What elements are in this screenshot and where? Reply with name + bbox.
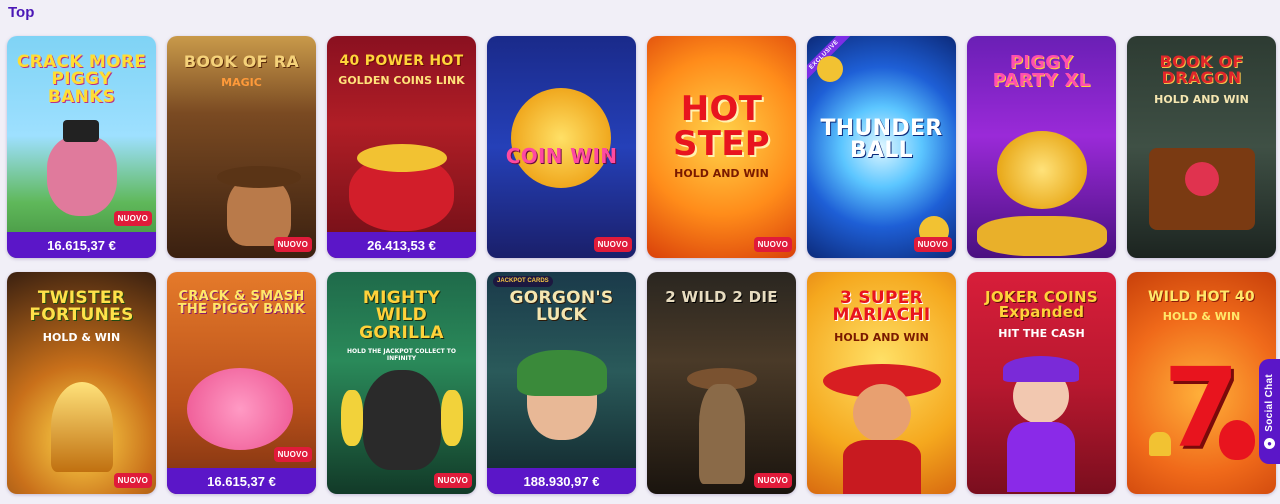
new-badge: NUOVO <box>273 447 312 462</box>
new-badge: NUOVO <box>913 237 952 252</box>
game-tile-hot-step[interactable]: HOT STEP HOLD AND WIN NUOVO <box>647 36 796 258</box>
jackpot-amount: 16.615,37 € <box>7 232 156 258</box>
game-tile-wild-hot-40[interactable]: WILD HOT 40 HOLD & WIN 7 <box>1127 272 1276 494</box>
top-hat-icon <box>63 120 99 142</box>
game-subtitle: HOLD AND WIN <box>674 167 769 181</box>
gold-coins-icon <box>977 216 1107 256</box>
game-title: THUNDER BALL <box>820 116 943 164</box>
new-badge: NUOVO <box>593 237 632 252</box>
gold-coin-icon <box>511 88 611 188</box>
game-title: COIN WIN <box>505 144 618 168</box>
jester-suit-icon <box>1007 422 1075 492</box>
new-badge: NUOVO <box>753 473 792 488</box>
game-title: 3 SUPER MARIACHI <box>832 288 931 326</box>
game-title: MIGHTY WILD GORILLA <box>359 288 444 343</box>
game-tile-piggy-party-xl[interactable]: PIGGY PARTY XL <box>967 36 1116 258</box>
new-badge: NUOVO <box>433 473 472 488</box>
game-title: JOKER COINS Expanded <box>985 288 1098 322</box>
game-subtitle: HOLD THE JACKPOT COLLECT TO INFINITY <box>347 347 456 362</box>
game-subtitle: HOLD & WIN <box>42 330 121 344</box>
game-tile-coin-win[interactable]: COIN WIN NUOVO <box>487 36 636 258</box>
game-tile-3-super-mariachi[interactable]: 3 SUPER MARIACHI HOLD AND WIN <box>807 272 956 494</box>
strawberry-icon <box>1219 420 1255 460</box>
game-subtitle: HIT THE CASH <box>998 326 1085 340</box>
section-title: Top <box>8 4 35 21</box>
snake-hair-icon <box>517 350 607 396</box>
game-tile-thunder-ball[interactable]: EXCLUSIVE THUNDER BALL NUOVO <box>807 36 956 258</box>
game-title: 40 POWER HOT <box>339 53 464 69</box>
game-title: PIGGY PARTY XL <box>992 52 1091 92</box>
banana-icon <box>441 390 463 446</box>
gold-coin-icon <box>817 56 843 82</box>
game-subtitle: GOLDEN COINS LINK <box>338 74 465 88</box>
game-title: GORGON'S LUCK <box>509 288 614 326</box>
new-badge: NUOVO <box>113 211 152 226</box>
game-tile-gorgons-luck[interactable]: JACKPOT CARDS GORGON'S LUCK 188.930,97 € <box>487 272 636 494</box>
game-subtitle: HOLD AND WIN <box>1154 92 1249 106</box>
social-chat-label: Social Chat <box>1264 374 1275 432</box>
golden-piggy-bank-icon <box>997 131 1087 209</box>
pig-character-icon <box>47 136 117 216</box>
cowgirl-character-icon <box>699 384 745 484</box>
game-title: 2 WILD 2 DIE <box>665 288 778 306</box>
game-tile-2-wild-2-die[interactable]: 2 WILD 2 DIE NUOVO <box>647 272 796 494</box>
game-subtitle: HOLD & WIN <box>1162 310 1241 324</box>
jackpot-amount: 16.615,37 € <box>167 468 316 494</box>
game-tile-crack-and-smash[interactable]: CRACK & SMASH THE PIGGY BANK NUOVO 16.61… <box>167 272 316 494</box>
game-title: CRACK & SMASH THE PIGGY BANK <box>177 289 306 318</box>
gorilla-icon <box>363 370 441 470</box>
game-tile-twister-fortunes[interactable]: TWISTER FORTUNES HOLD & WIN NUOVO <box>7 272 156 494</box>
gem-icon <box>1185 162 1219 196</box>
game-tile-joker-coins-expanded[interactable]: JOKER COINS Expanded HIT THE CASH <box>967 272 1116 494</box>
games-grid: CRACK MORE PIGGY BANKS NUOVO 16.615,37 €… <box>7 36 1276 494</box>
game-title: TWISTER FORTUNES <box>29 288 134 326</box>
chat-bubble-icon: ● <box>1264 437 1275 449</box>
social-chat-button[interactable]: Social Chat ● <box>1259 359 1280 464</box>
game-tile-40-power-hot-golden-coins[interactable]: 40 POWER HOT GOLDEN COINS LINK 26.413,53… <box>327 36 476 258</box>
tornado-icon <box>51 382 113 472</box>
game-title: WILD HOT 40 <box>1148 289 1255 305</box>
mariachi-character-icon <box>853 384 911 442</box>
game-tile-crack-more-piggy-banks[interactable]: CRACK MORE PIGGY BANKS NUOVO 16.615,37 € <box>7 36 156 258</box>
game-tile-book-of-dragon[interactable]: BOOK of DRAGON HOLD AND WIN <box>1127 36 1276 258</box>
game-tile-mighty-wild-gorilla[interactable]: MIGHTY WILD GORILLA HOLD THE JACKPOT COL… <box>327 272 476 494</box>
game-title: CRACK MORE PIGGY BANKS <box>16 52 147 107</box>
piggy-bank-icon <box>187 368 293 450</box>
banana-icon <box>341 390 363 446</box>
jackpot-amount: 26.413,53 € <box>327 232 476 258</box>
game-title: BOOK OF RA <box>183 52 300 71</box>
game-subtitle: MAGIC <box>221 76 262 90</box>
game-title: BOOK of DRAGON <box>1159 52 1244 88</box>
fedora-hat-icon <box>217 166 301 188</box>
bell-icon <box>1149 432 1171 456</box>
jackpot-amount: 188.930,97 € <box>487 468 636 494</box>
mariachi-suit-icon <box>843 440 921 494</box>
game-subtitle: HOLD AND WIN <box>834 330 929 344</box>
gold-coins-icon <box>357 144 447 172</box>
game-title: HOT STEP <box>672 89 771 164</box>
game-tile-book-of-ra-magic[interactable]: BOOK OF RA MAGIC NUOVO <box>167 36 316 258</box>
jester-hat-icon <box>1003 356 1079 382</box>
new-badge: NUOVO <box>753 237 792 252</box>
new-badge: NUOVO <box>113 473 152 488</box>
new-badge: NUOVO <box>273 237 312 252</box>
